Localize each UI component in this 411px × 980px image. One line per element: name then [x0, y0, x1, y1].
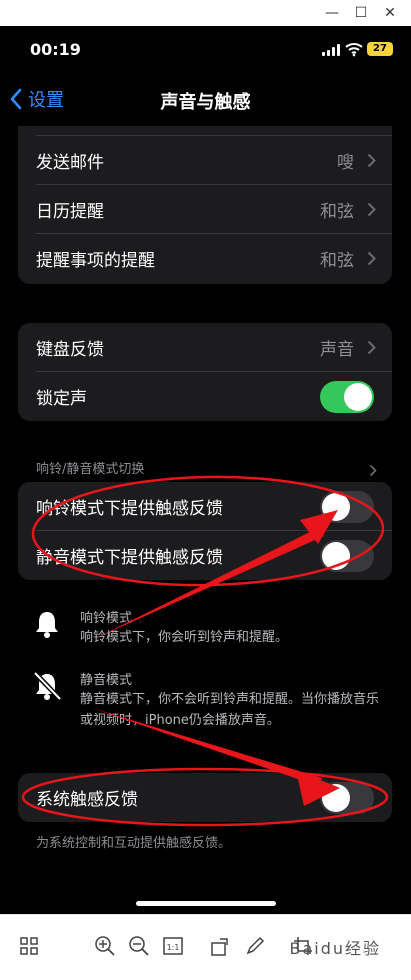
actual-size-icon[interactable]: 1:1 [162, 935, 184, 957]
nav-bar: 设置 声音与触感 [0, 76, 411, 122]
ring-mode-info: 响铃模式 响铃模式下，你会听到铃声和提醒。 [30, 607, 390, 647]
row-label: 系统触感反馈 [36, 790, 138, 810]
ring-haptics-toggle[interactable] [320, 491, 374, 523]
image-viewer-toolbar: 1:1 Baidu经验 [0, 914, 411, 980]
minimize-icon[interactable]: — [322, 4, 342, 22]
chevron-right-icon [367, 251, 376, 266]
rotate-icon[interactable] [210, 935, 232, 957]
system-haptics-footer: 为系统控制和互动提供触感反馈。 [36, 836, 232, 851]
row-label: 键盘反馈 [36, 340, 104, 360]
silent-haptics-toggle[interactable] [320, 540, 374, 572]
maximize-icon[interactable]: ☐ [351, 4, 371, 22]
alert-sounds-group: 发送邮件 嗖 日历提醒 和弦 提醒事项的提醒 和弦 [18, 126, 392, 284]
row-value: 声音 [320, 340, 354, 360]
grid-icon[interactable] [18, 935, 40, 957]
cellular-signal-icon [322, 44, 340, 56]
settings-row-silent-haptics: 静音模式下提供触感反馈 [18, 531, 392, 580]
settings-row-send-mail[interactable]: 发送邮件 嗖 [18, 136, 392, 185]
row-value: 和弦 [320, 251, 354, 271]
silent-mode-description: 静音模式下，你不会听到铃声和提醒。当你播放音乐或视频时，iPhone仍会播放声音… [80, 692, 380, 728]
status-time: 00:19 [30, 40, 81, 59]
zoom-out-icon[interactable] [128, 935, 150, 957]
settings-row-keyboard-feedback[interactable]: 键盘反馈 声音 [18, 323, 392, 372]
keyboard-lock-group: 键盘反馈 声音 锁定声 [18, 323, 392, 421]
ring-silent-haptics-group: 响铃模式下提供触感反馈 静音模式下提供触感反馈 [18, 482, 392, 580]
silent-mode-info: 静音模式 静音模式下，你不会听到铃声和提醒。当你播放音乐或视频时，iPhone仍… [30, 669, 390, 739]
wifi-icon [345, 43, 363, 57]
bell-icon [36, 612, 58, 638]
settings-row-reminder-alerts[interactable]: 提醒事项的提醒 和弦 [18, 234, 392, 283]
chevron-right-icon [367, 340, 376, 355]
status-bar: 00:19 27 [0, 26, 411, 76]
ring-mode-description: 响铃模式下，你会听到铃声和提醒。 [80, 630, 289, 645]
watermark: Baidu经验 [289, 939, 381, 958]
system-haptics-toggle[interactable] [320, 782, 374, 814]
close-icon[interactable]: ✕ [380, 4, 400, 22]
chevron-right-icon [367, 202, 376, 217]
row-label: 静音模式下提供触感反馈 [36, 548, 223, 568]
row-label: 响铃模式下提供触感反馈 [36, 499, 223, 519]
zoom-in-icon[interactable] [94, 935, 116, 957]
row-label: 日历提醒 [36, 202, 104, 222]
settings-row-system-haptics: 系统触感反馈 [18, 773, 392, 822]
page-title: 声音与触感 [160, 92, 251, 113]
row-label: 提醒事项的提醒 [36, 251, 155, 271]
pencil-icon[interactable] [244, 935, 266, 957]
battery-indicator: 27 [367, 42, 393, 56]
row-label: 锁定声 [36, 389, 87, 409]
chevron-right-icon[interactable] [369, 464, 377, 477]
settings-row-ring-haptics: 响铃模式下提供触感反馈 [18, 482, 392, 531]
row-label: 发送邮件 [36, 153, 104, 173]
home-indicator[interactable] [136, 901, 276, 906]
svg-text:1:1: 1:1 [167, 943, 180, 952]
window-title-bar: — ☐ ✕ [0, 0, 411, 26]
settings-row-calendar-alerts[interactable]: 日历提醒 和弦 [18, 185, 392, 234]
ring-silent-section-header: 响铃/静音模式切换 [36, 462, 145, 477]
lock-sound-toggle[interactable] [320, 381, 374, 413]
row-value: 嗖 [337, 153, 354, 173]
settings-row-lock-sound: 锁定声 [18, 372, 392, 421]
ring-mode-title: 响铃模式 [80, 611, 133, 626]
silent-mode-title: 静音模式 [80, 673, 133, 688]
chevron-right-icon [367, 153, 376, 168]
system-haptics-group: 系统触感反馈 [18, 773, 392, 822]
phone-screen: 00:19 27 设置 声音与触感 发送邮件 嗖 日历提醒 和弦 提醒事项的提醒… [0, 26, 411, 914]
row-value: 和弦 [320, 202, 354, 222]
bell-slash-icon [33, 671, 62, 701]
